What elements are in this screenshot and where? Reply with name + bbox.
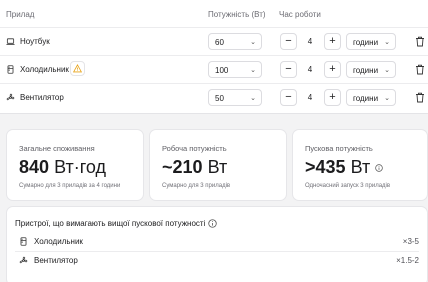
power-select[interactable]: 60 ⌄ [208, 33, 262, 50]
table-row: Ноутбук 60 ⌄ − 4 + години ⌄ [0, 27, 428, 55]
table-row: Вентилятор 50 ⌄ − 4 + години ⌄ [0, 83, 428, 111]
info-icon[interactable] [208, 219, 218, 228]
info-icon[interactable] [375, 164, 383, 172]
list-item: Вентилятор ×1.5-2 [7, 252, 427, 270]
chevron-down-icon: ⌄ [384, 39, 390, 46]
trash-icon[interactable] [415, 36, 425, 47]
hours-unit-select[interactable]: години ⌄ [346, 33, 396, 50]
devices-table: Прилад Потужність (Вт) Час роботи Ноутбу… [0, 0, 428, 114]
stat-value: 840 Вт·год [19, 157, 106, 177]
warning-icon [73, 64, 82, 73]
stat-total-consumption: Загальне споживання 840 Вт·год Сумарно д… [6, 129, 144, 201]
hours-value: 4 [307, 65, 313, 74]
peak-multiplier: ×1.5-2 [396, 256, 419, 265]
hours-value: 4 [307, 37, 313, 46]
increment-button[interactable]: + [324, 89, 341, 106]
stat-working-power: Робоча потужність ~210 Вт Сумарно для 3 … [149, 129, 287, 201]
peak-multiplier: ×3-5 [402, 237, 419, 246]
fan-icon [6, 93, 15, 101]
hours-unit-select[interactable]: години ⌄ [346, 89, 396, 106]
header-hours: Час роботи [279, 10, 321, 19]
fan-icon [19, 256, 28, 264]
table-header: Прилад Потужність (Вт) Час роботи [0, 8, 428, 22]
fridge-icon [7, 65, 14, 74]
trash-icon[interactable] [415, 92, 425, 103]
stat-subtext: Сумарно для 3 приладів [162, 183, 231, 189]
stat-label: Пускова потужність [305, 144, 373, 153]
device-name: Ноутбук [6, 37, 50, 46]
device-name: Вентилятор [6, 93, 64, 102]
decrement-button[interactable]: − [280, 89, 297, 106]
fridge-icon [20, 237, 27, 246]
trash-icon[interactable] [415, 64, 425, 75]
stat-startup-power: Пускова потужність >435 Вт Одночасний за… [292, 129, 428, 201]
increment-button[interactable]: + [324, 61, 341, 78]
chevron-down-icon: ⌄ [250, 95, 256, 102]
laptop-icon [6, 38, 15, 45]
stat-value: ~210 Вт [162, 157, 228, 177]
hours-value: 4 [307, 93, 313, 102]
stat-subtext: Сумарно для 3 приладів за 4 години [19, 183, 121, 189]
power-select[interactable]: 100 ⌄ [208, 61, 262, 78]
stat-label: Загальне споживання [19, 144, 95, 153]
stat-label: Робоча потужність [162, 144, 227, 153]
list-item: Холодильник ×3-5 [7, 233, 427, 251]
chevron-down-icon: ⌄ [250, 67, 256, 74]
header-power: Потужність (Вт) [208, 10, 266, 19]
table-row: Холодильник 100 ⌄ − 4 + години ⌄ [0, 55, 428, 83]
chevron-down-icon: ⌄ [384, 67, 390, 74]
stat-subtext: Одночасний запуск 3 приладів [305, 183, 391, 189]
header-device: Прилад [6, 10, 35, 19]
peak-device-name: Холодильник [34, 237, 83, 246]
warning-badge[interactable] [70, 61, 85, 76]
chevron-down-icon: ⌄ [384, 95, 390, 102]
increment-button[interactable]: + [324, 33, 341, 50]
peak-devices-card: Пристрої, що вимагають вищої пускової по… [6, 206, 428, 282]
peak-device-name: Вентилятор [34, 256, 78, 265]
power-select[interactable]: 50 ⌄ [208, 89, 262, 106]
hours-unit-select[interactable]: години ⌄ [346, 61, 396, 78]
stat-value: >435 Вт [305, 157, 383, 178]
decrement-button[interactable]: − [280, 61, 297, 78]
device-name: Холодильник [6, 65, 69, 74]
chevron-down-icon: ⌄ [250, 39, 256, 46]
decrement-button[interactable]: − [280, 33, 297, 50]
peak-title: Пристрої, що вимагають вищої пускової по… [15, 219, 218, 228]
